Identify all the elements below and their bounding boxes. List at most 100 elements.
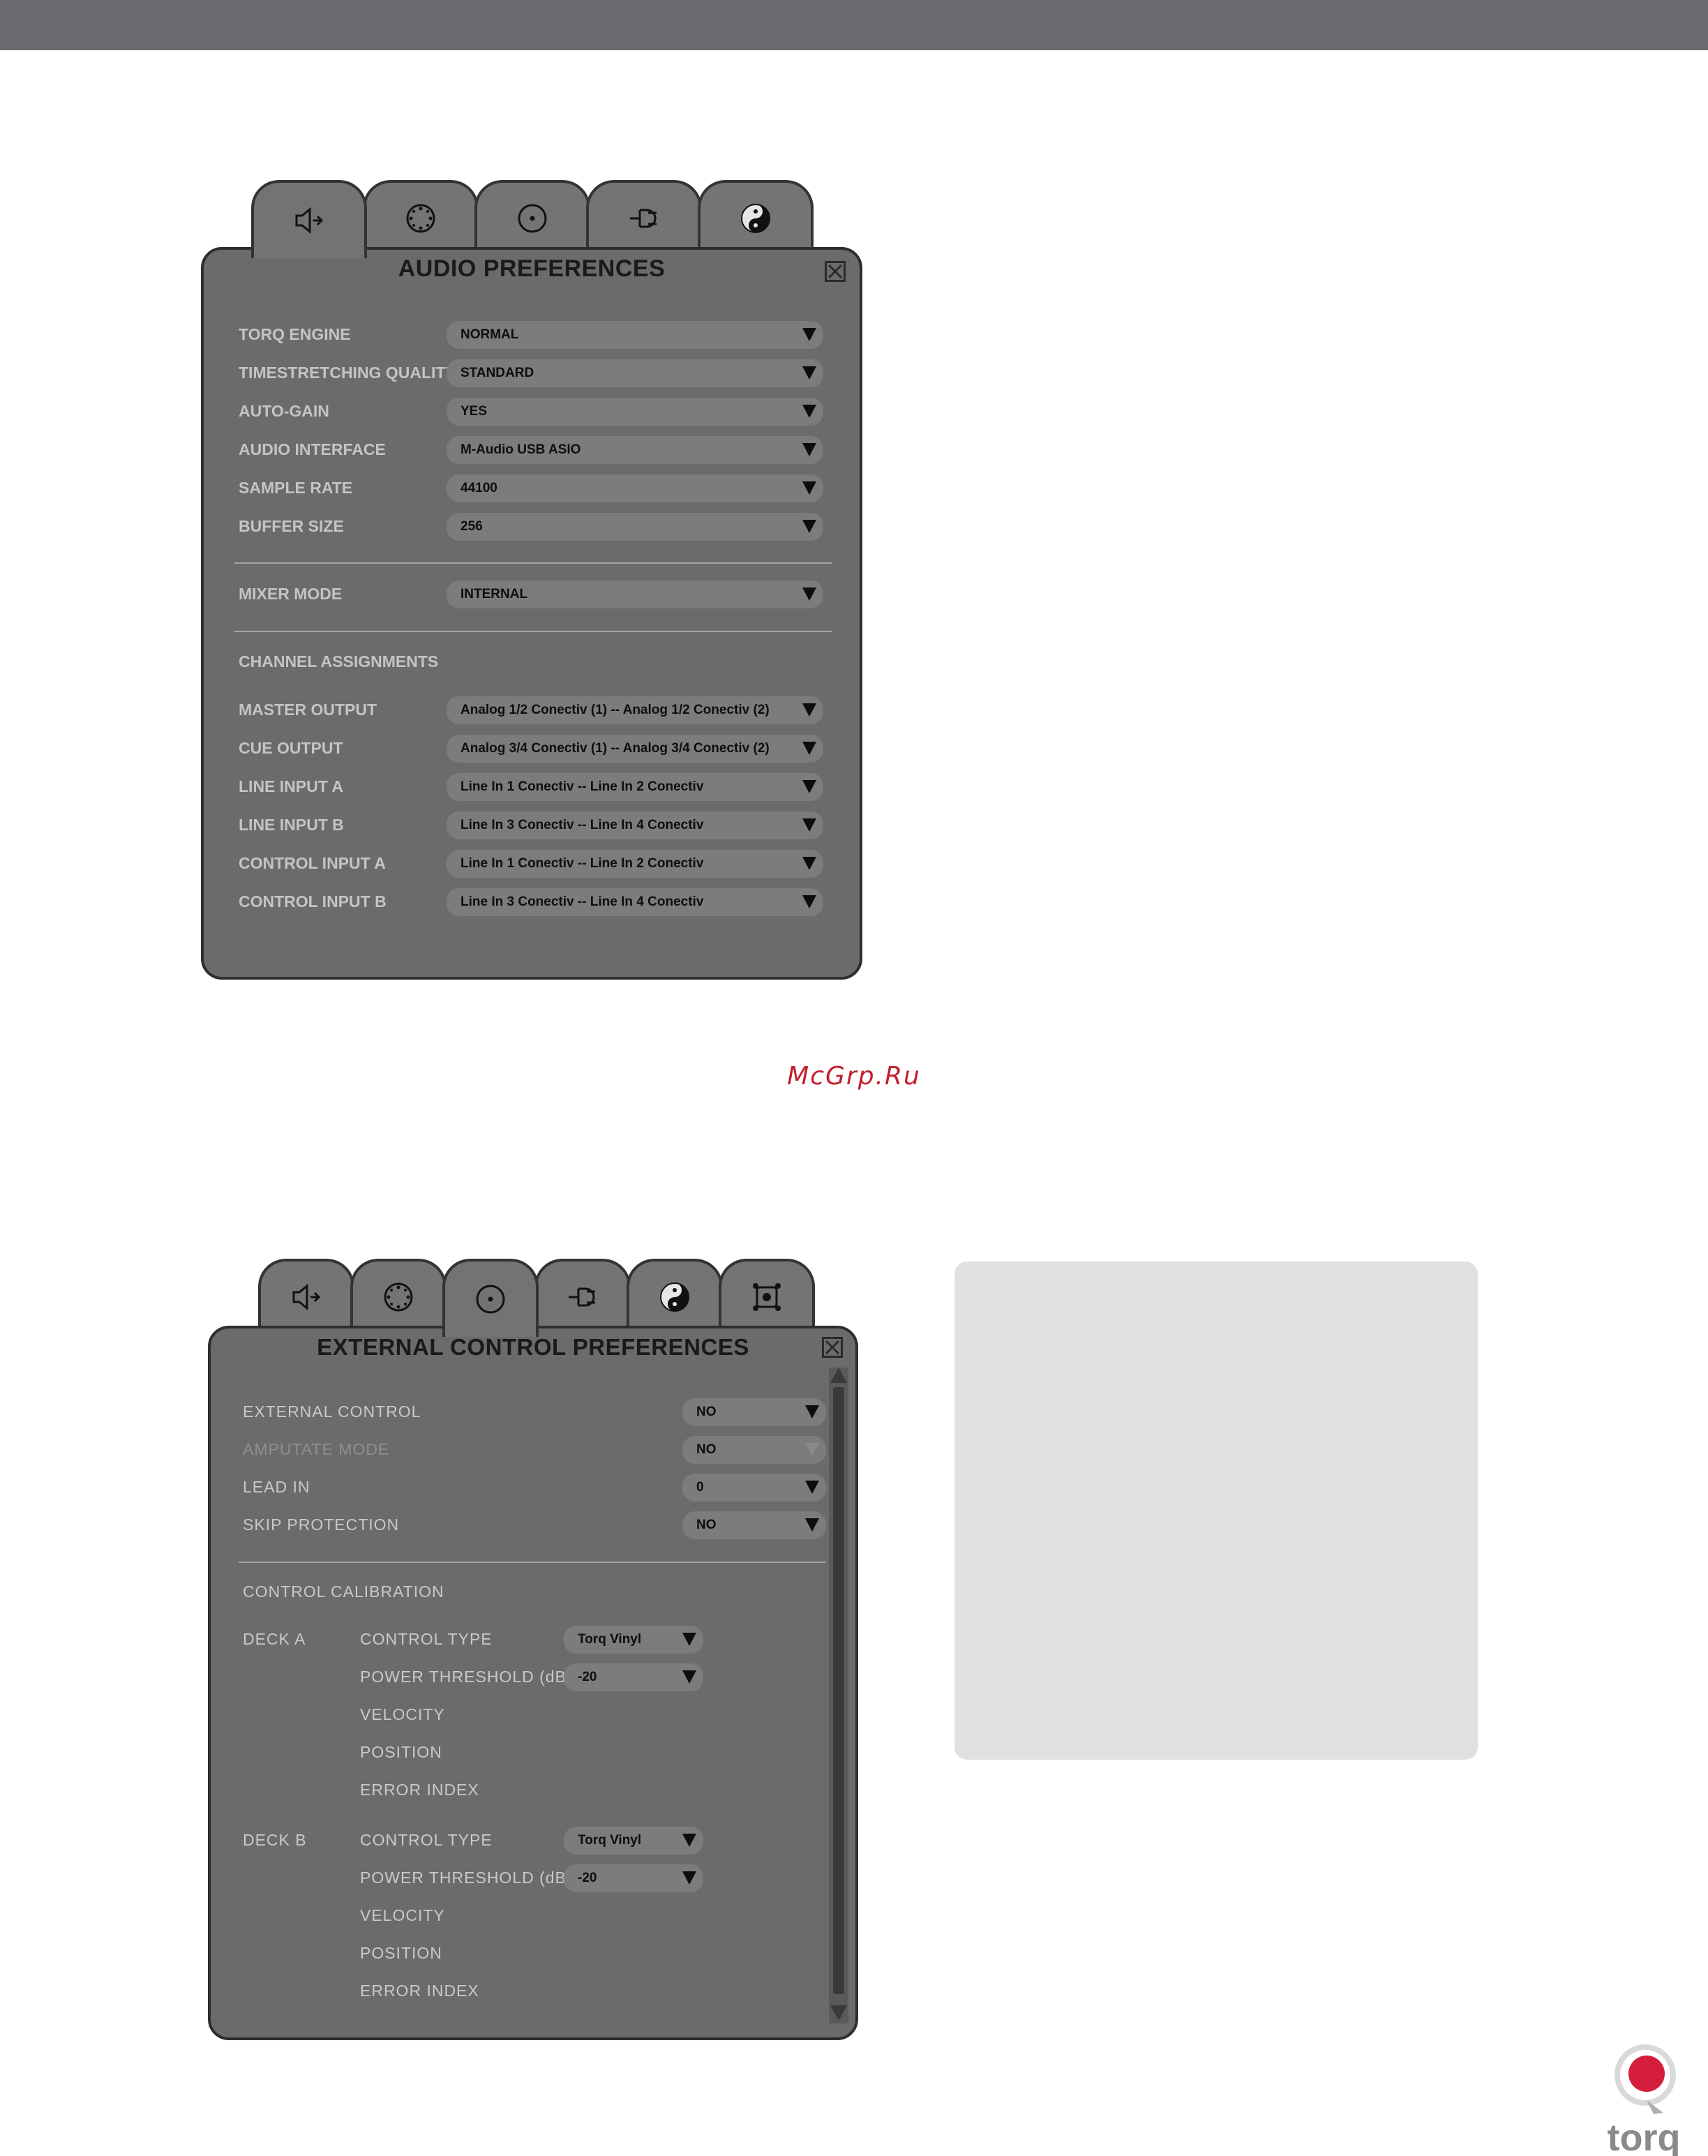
tab-audio[interactable] [251,180,367,258]
scroll-thumb[interactable] [833,1387,844,1994]
dropdown-value: NO [696,1405,717,1419]
audio-preferences-panel: AUDIO PREFERENCES TORQ ENGINE NORMAL TIM… [201,247,862,980]
dropdown-torq-engine[interactable]: NORMAL [447,321,823,349]
chevron-down-icon [805,1405,819,1418]
label-control-input-a: CONTROL INPUT A [239,854,386,872]
tab-yin-yang[interactable] [627,1259,723,1333]
dropdown-sample-rate[interactable]: 44100 [447,474,823,502]
dropdown-buffer-size[interactable]: 256 [447,513,823,541]
chevron-down-icon [682,1633,696,1646]
label-external-control: EXTERNAL CONTROL [243,1402,421,1421]
dropdown-auto-gain[interactable]: YES [447,398,823,426]
control-calibration-heading: CONTROL CALIBRATION [243,1582,444,1601]
label-auto-gain: AUTO-GAIN [239,402,329,420]
deck-a-position-label: POSITION [360,1743,442,1761]
chevron-down-icon [802,443,816,456]
chevron-down-icon [802,742,816,755]
close-button[interactable] [825,261,846,282]
label-line-input-a: LINE INPUT A [239,777,343,795]
tab-controller[interactable] [719,1259,815,1333]
tab-plug[interactable] [534,1259,631,1333]
chevron-down-icon [802,857,816,870]
dropdown-value: Torq Vinyl [578,1632,642,1647]
deck-a-control-type-dropdown[interactable]: Torq Vinyl [564,1626,703,1654]
label-amputate-mode: AMPUTATE MODE [243,1440,390,1458]
deck-b-control-type-dropdown[interactable]: Torq Vinyl [564,1827,703,1855]
chevron-down-icon [802,895,816,908]
tab-plug[interactable] [586,180,702,254]
close-icon [827,264,843,279]
dropdown-value: Analog 3/4 Conectiv (1) -- Analog 3/4 Co… [460,741,770,756]
dropdown-external-control[interactable]: NO [682,1398,826,1426]
chevron-down-icon [802,328,816,341]
dropdown-value: INTERNAL [460,587,528,601]
chevron-down-icon [802,366,816,380]
dropdown-timestretching-quality[interactable]: STANDARD [447,359,823,387]
dropdown-line-input-b[interactable]: Line In 3 Conectiv -- Line In 4 Conectiv [447,811,823,839]
yin-yang-icon [660,1282,689,1312]
chevron-down-icon [802,780,816,793]
dropdown-lead-in[interactable]: 0 [682,1474,826,1502]
deck-a-power-threshold-label: POWER THRESHOLD (dB) [360,1668,573,1686]
tab-vinyl[interactable] [442,1259,539,1337]
tab-audio[interactable] [258,1259,354,1333]
dropdown-value: 256 [460,519,483,534]
section-divider [234,562,832,564]
label-buffer-size: BUFFER SIZE [239,517,344,535]
deck-b-error-index-label: ERROR INDEX [360,1982,479,2000]
dropdown-master-output[interactable]: Analog 1/2 Conectiv (1) -- Analog 1/2 Co… [447,696,823,724]
jog-wheel-icon [406,204,435,233]
audio-preferences-window: AUDIO PREFERENCES TORQ ENGINE NORMAL TIM… [201,180,862,980]
watermark: McGrp.Ru [787,1062,921,1091]
plug-icon [569,1287,595,1307]
dropdown-audio-interface[interactable]: M-Audio USB ASIO [447,436,823,464]
label-mixer-mode: MIXER MODE [239,585,343,603]
dropdown-line-input-a[interactable]: Line In 1 Conectiv -- Line In 2 Conectiv [447,773,823,801]
dropdown-value: 44100 [460,481,497,495]
dropdown-skip-protection[interactable]: NO [682,1511,826,1539]
label-audio-interface: AUDIO INTERFACE [239,440,386,458]
tab-yin-yang[interactable] [698,180,814,254]
dropdown-value: NORMAL [460,327,519,342]
section-divider [234,631,832,632]
dropdown-control-input-b[interactable]: Line In 3 Conectiv -- Line In 4 Conectiv [447,888,823,916]
scroll-down-icon[interactable] [830,2005,847,2021]
dropdown-value: Line In 3 Conectiv -- Line In 4 Conectiv [460,894,704,909]
deck-a-power-threshold-dropdown[interactable]: -20 [564,1663,703,1691]
external-control-panel: EXTERNAL CONTROL PREFERENCES EXTERNAL CO… [208,1326,858,2040]
dropdown-cue-output[interactable]: Analog 3/4 Conectiv (1) -- Analog 3/4 Co… [447,735,823,763]
info-box [954,1262,1478,1760]
dropdown-mixer-mode[interactable]: INTERNAL [447,581,823,608]
vinyl-record-icon [518,204,547,233]
deck-b-position-label: POSITION [360,1944,442,1962]
close-icon [825,1340,840,1355]
vinyl-record-icon [476,1285,505,1314]
vertical-scrollbar[interactable] [829,1368,848,2023]
label-torq-engine: TORQ ENGINE [239,325,351,343]
deck-b-velocity-label: VELOCITY [360,1906,445,1924]
controller-icon [753,1283,781,1311]
close-button[interactable] [822,1337,843,1358]
scroll-up-icon[interactable] [830,1368,847,1383]
deck-b-power-threshold-dropdown[interactable]: -20 [564,1864,703,1892]
chevron-down-icon [805,1518,819,1532]
chevron-down-icon [802,520,816,533]
label-master-output: MASTER OUTPUT [239,701,377,719]
top-bar [0,0,1708,50]
speaker-icon [295,207,324,234]
label-control-input-b: CONTROL INPUT B [239,892,387,911]
dropdown-control-input-a[interactable]: Line In 1 Conectiv -- Line In 2 Conectiv [447,850,823,878]
tab-jog-wheel[interactable] [363,180,479,254]
chevron-down-icon [682,1670,696,1684]
dropdown-value: 0 [696,1480,704,1495]
tab-vinyl[interactable] [474,180,590,254]
panel-title: EXTERNAL CONTROL PREFERENCES [317,1334,749,1360]
label-sample-rate: SAMPLE RATE [239,479,353,497]
tab-jog-wheel[interactable] [350,1259,447,1333]
dropdown-value: STANDARD [460,366,534,380]
deck-a-error-index-label: ERROR INDEX [360,1781,479,1799]
deck-b-power-threshold-label: POWER THRESHOLD (dB) [360,1869,573,1887]
dropdown-value: Line In 1 Conectiv -- Line In 2 Conectiv [460,856,704,871]
speaker-icon [292,1283,321,1311]
chevron-down-icon [805,1481,819,1494]
